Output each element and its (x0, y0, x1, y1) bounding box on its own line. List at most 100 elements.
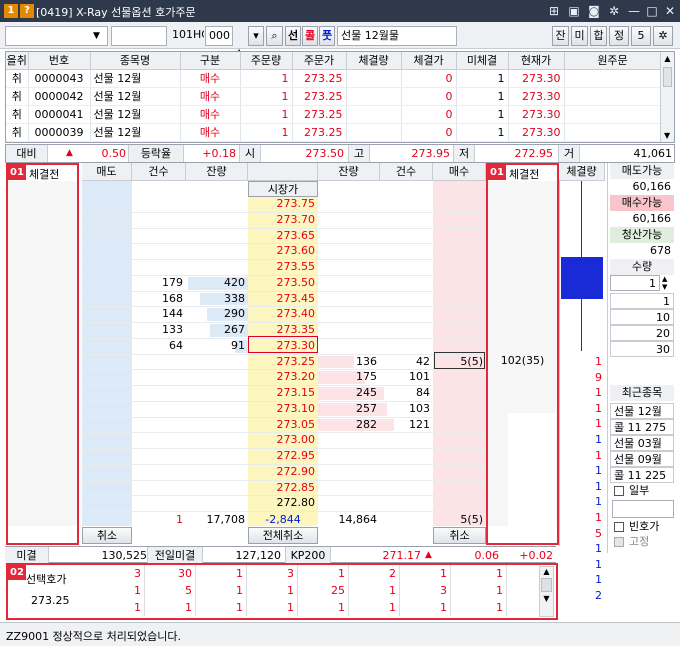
select-quote-cell[interactable]: 1 (247, 582, 298, 599)
buy-pending[interactable] (433, 385, 486, 401)
cancel-buy-button[interactable]: 취소 (433, 527, 486, 544)
scroll-thumb[interactable] (663, 67, 672, 87)
col-header[interactable]: 체결량 (346, 52, 402, 70)
chevron-down-icon[interactable]: ▾ (248, 26, 264, 46)
price-level[interactable]: 273.25 (248, 354, 318, 370)
price-level[interactable]: 272.90 (248, 464, 318, 480)
select-quote-cell[interactable]: 3 (400, 582, 451, 599)
col-header[interactable]: 번호 (28, 52, 91, 70)
buy-pending[interactable] (433, 401, 486, 417)
table-row[interactable]: 취 0000039 선물 12월 매수 1 273.25 0 1 273.30 (6, 123, 662, 142)
select-quote-cell[interactable]: 1 (451, 599, 507, 616)
recent-item[interactable]: 콜 11 225 (610, 467, 674, 483)
table-cell[interactable]: 취 (6, 69, 29, 88)
cancel-sell-button[interactable]: 취소 (82, 527, 132, 544)
col-header[interactable]: 구분 (180, 52, 241, 70)
partial-checkbox[interactable] (614, 486, 624, 496)
settings-icon[interactable]: ✲ (653, 26, 673, 46)
select-quote-cell[interactable]: 1 (247, 599, 298, 616)
price-level[interactable]: 273.10 (248, 401, 318, 417)
select-quote-cell[interactable]: 3 (247, 565, 298, 582)
table-row[interactable]: 취 0000042 선물 12월 매수 1 273.25 0 1 273.30 (6, 87, 662, 106)
price-level[interactable]: 272.80 (248, 495, 318, 511)
fixed-checkbox[interactable] (614, 537, 624, 547)
select-quote-cell[interactable]: 1 (196, 582, 247, 599)
chevron-down-icon[interactable]: ▼ (664, 131, 670, 140)
price-level[interactable]: 272.95 (248, 448, 318, 464)
price-level[interactable]: 273.65 (248, 228, 318, 244)
select-quote-cell[interactable]: 1 (451, 582, 507, 599)
select-quote-cell[interactable]: 1 (85, 599, 145, 616)
select-quote-cell[interactable]: 1 (85, 582, 145, 599)
recent-item[interactable]: 선물 03월 (610, 435, 674, 451)
save-icon[interactable]: ▣ (566, 3, 582, 19)
price-level[interactable]: 273.00 (248, 432, 318, 448)
table-cell[interactable]: 취 (6, 87, 29, 106)
col-header[interactable]: 주문가 (292, 52, 347, 70)
selected-buy-cell[interactable] (434, 352, 485, 369)
table-cell[interactable]: 취 (6, 123, 29, 142)
type-input[interactable]: 000 (205, 26, 233, 46)
select-scrollbar[interactable]: ▲ ▼ (539, 566, 554, 617)
col-header[interactable]: 체결가 (401, 52, 457, 70)
price-level[interactable]: 273.75 (248, 196, 318, 212)
select-quote-cell[interactable]: 2 (349, 565, 400, 582)
qty-spin-icon[interactable]: ▲ ▼ (662, 275, 667, 291)
buy-pending[interactable] (433, 369, 486, 385)
col-header[interactable]: 을취 (6, 52, 29, 70)
maximize-icon[interactable]: □ (644, 3, 660, 19)
recent-item[interactable]: 콜 11 275 (610, 419, 674, 435)
col-header[interactable]: 현재가 (508, 52, 565, 70)
select-quote-cell[interactable]: 1 (451, 565, 507, 582)
market-price-button[interactable]: 시장가 (248, 181, 318, 197)
unfilled-button[interactable]: 미 (571, 26, 588, 46)
select-quote-cell[interactable]: 1 (196, 599, 247, 616)
recent-item[interactable]: 선물 09월 (610, 451, 674, 467)
balance-button[interactable]: 잔 (552, 26, 569, 46)
select-quote-cell[interactable]: 1 (349, 599, 400, 616)
col-header[interactable]: 원주문 (564, 52, 662, 70)
price-level[interactable]: 273.60 (248, 243, 318, 259)
futures-button[interactable]: 선 (285, 26, 301, 46)
qty-input[interactable]: 1 (610, 275, 660, 291)
buy-pending[interactable] (433, 417, 486, 433)
help-icon[interactable]: ? (20, 4, 34, 18)
price-level[interactable]: 273.70 (248, 212, 318, 228)
price-level[interactable]: 273.55 (248, 259, 318, 275)
chevron-down-icon[interactable]: ▼ (540, 594, 553, 603)
sum-button[interactable]: 합 (590, 26, 607, 46)
select-quote-cell[interactable]: 1 (145, 599, 196, 616)
search-icon[interactable]: ⌕ (266, 26, 283, 46)
price-level[interactable]: 273.45 (248, 291, 318, 307)
pin-icon[interactable]: ⊞ (546, 3, 562, 19)
select-quote-cell[interactable]: 1 (298, 599, 349, 616)
qty-option[interactable]: 10 (610, 309, 674, 325)
empty-quote-checkbox[interactable] (614, 522, 624, 532)
correct-button[interactable]: 정 (609, 26, 629, 46)
select-quote-cell[interactable]: 1 (298, 565, 349, 582)
recent-item[interactable]: 선물 12월 (610, 403, 674, 419)
orders-scrollbar[interactable]: ▲ ▼ (660, 52, 674, 142)
select-quote-cell[interactable]: 3 (85, 565, 145, 582)
price-level[interactable]: 273.50 (248, 275, 318, 291)
select-quote-cell[interactable]: 1 (196, 565, 247, 582)
scroll-thumb[interactable] (541, 578, 552, 592)
minimize-icon[interactable]: — (626, 3, 642, 19)
qty-option[interactable]: 1 (610, 293, 674, 309)
qty-option[interactable]: 20 (610, 325, 674, 341)
table-row[interactable]: 취 0000041 선물 12월 매수 1 273.25 0 1 273.30 (6, 105, 662, 124)
col-header[interactable]: 종목명 (90, 52, 181, 70)
table-cell[interactable]: 취 (6, 105, 29, 124)
table-row[interactable]: 취 0000043 선물 12월 매수 1 273.25 0 1 273.30 (6, 69, 662, 88)
chevron-up-icon[interactable]: ▲ (540, 567, 553, 576)
close-icon[interactable]: ✕ (662, 3, 678, 19)
call-button[interactable]: 콜 (302, 26, 318, 46)
select-quote-cell[interactable]: 1 (349, 582, 400, 599)
product-select[interactable]: 선물 12월물 (337, 26, 457, 46)
select-quote-cell[interactable]: 1 (400, 599, 451, 616)
select-quote-cell[interactable]: 25 (298, 582, 349, 599)
price-level[interactable]: 273.20 (248, 369, 318, 385)
select-quote-cell[interactable]: 1 (400, 565, 451, 582)
cancel-all-button[interactable]: 전체취소 (248, 527, 318, 544)
qty-option[interactable]: 30 (610, 341, 674, 357)
